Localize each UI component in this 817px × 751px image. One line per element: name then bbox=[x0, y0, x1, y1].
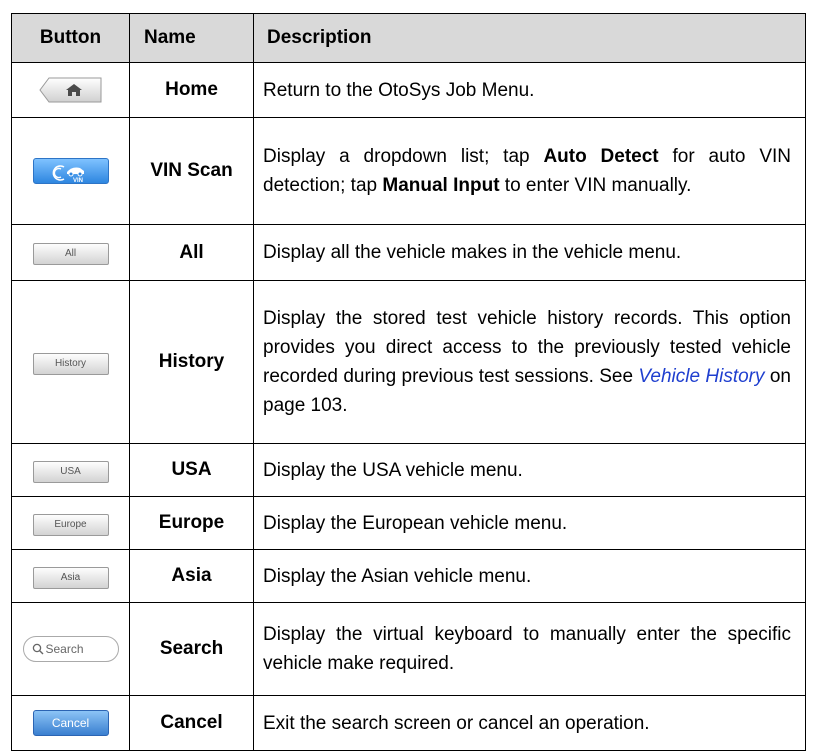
table-row: USA USA Display the USA vehicle menu. bbox=[11, 443, 806, 497]
asia-button[interactable]: Asia bbox=[32, 566, 109, 589]
header-button: Button bbox=[11, 13, 130, 63]
table-row: Cancel Cancel Exit the search screen or … bbox=[11, 695, 806, 751]
table-row: Search Search Display the virtual keyboa… bbox=[11, 602, 806, 696]
vin-scan-icon: VIN bbox=[52, 165, 84, 184]
row-description: Display the European vehicle menu. bbox=[253, 496, 806, 550]
table-row: VIN VIN Scan Display a dropdown list; ta… bbox=[11, 117, 806, 225]
table-row: Home Return to the OtoSys Job Menu. bbox=[11, 62, 806, 118]
header-name: Name bbox=[129, 13, 254, 63]
home-icon bbox=[38, 77, 101, 103]
row-name: History bbox=[129, 280, 254, 444]
row-description: Display the stored test vehicle history … bbox=[253, 280, 806, 444]
row-description: Display the virtual keyboard to manually… bbox=[253, 602, 806, 696]
table-row: Asia Asia Display the Asian vehicle menu… bbox=[11, 549, 806, 603]
row-name: Asia bbox=[129, 549, 254, 603]
table-row: History History Display the stored test … bbox=[11, 280, 806, 444]
row-name: All bbox=[129, 224, 254, 281]
header-row: Button Name Description bbox=[11, 13, 806, 63]
search-input[interactable]: Search bbox=[22, 636, 119, 662]
history-button[interactable]: History bbox=[32, 352, 109, 375]
row-description: Display the USA vehicle menu. bbox=[253, 443, 806, 497]
row-name: USA bbox=[129, 443, 254, 497]
table-row: All All Display all the vehicle makes in… bbox=[11, 224, 806, 281]
search-icon bbox=[32, 643, 43, 655]
row-name: Home bbox=[129, 62, 254, 118]
button-reference-table: Button Name Description Home Return to t… bbox=[11, 13, 806, 751]
table-row: Europe Europe Display the European vehic… bbox=[11, 496, 806, 550]
row-description: Return to the OtoSys Job Menu. bbox=[253, 62, 806, 118]
usa-button[interactable]: USA bbox=[32, 460, 109, 483]
row-description: Display the Asian vehicle menu. bbox=[253, 549, 806, 603]
vin-scan-label: VIN bbox=[73, 178, 83, 184]
europe-button[interactable]: Europe bbox=[32, 513, 109, 536]
row-description: Display all the vehicle makes in the veh… bbox=[253, 224, 806, 281]
row-description: Exit the search screen or cancel an oper… bbox=[253, 695, 806, 751]
home-button[interactable] bbox=[38, 77, 103, 103]
vin-scan-button[interactable]: VIN bbox=[32, 158, 109, 184]
cancel-button[interactable]: Cancel bbox=[32, 710, 109, 736]
all-button[interactable]: All bbox=[32, 243, 109, 265]
search-placeholder: Search bbox=[45, 642, 84, 656]
row-name: VIN Scan bbox=[129, 117, 254, 225]
row-description: Display a dropdown list; tap Auto Detect… bbox=[253, 117, 806, 225]
row-name: Cancel bbox=[129, 695, 254, 751]
row-name: Europe bbox=[129, 496, 254, 550]
row-name: Search bbox=[129, 602, 254, 696]
header-description: Description bbox=[253, 13, 806, 63]
vehicle-history-link[interactable]: Vehicle History bbox=[638, 366, 764, 387]
